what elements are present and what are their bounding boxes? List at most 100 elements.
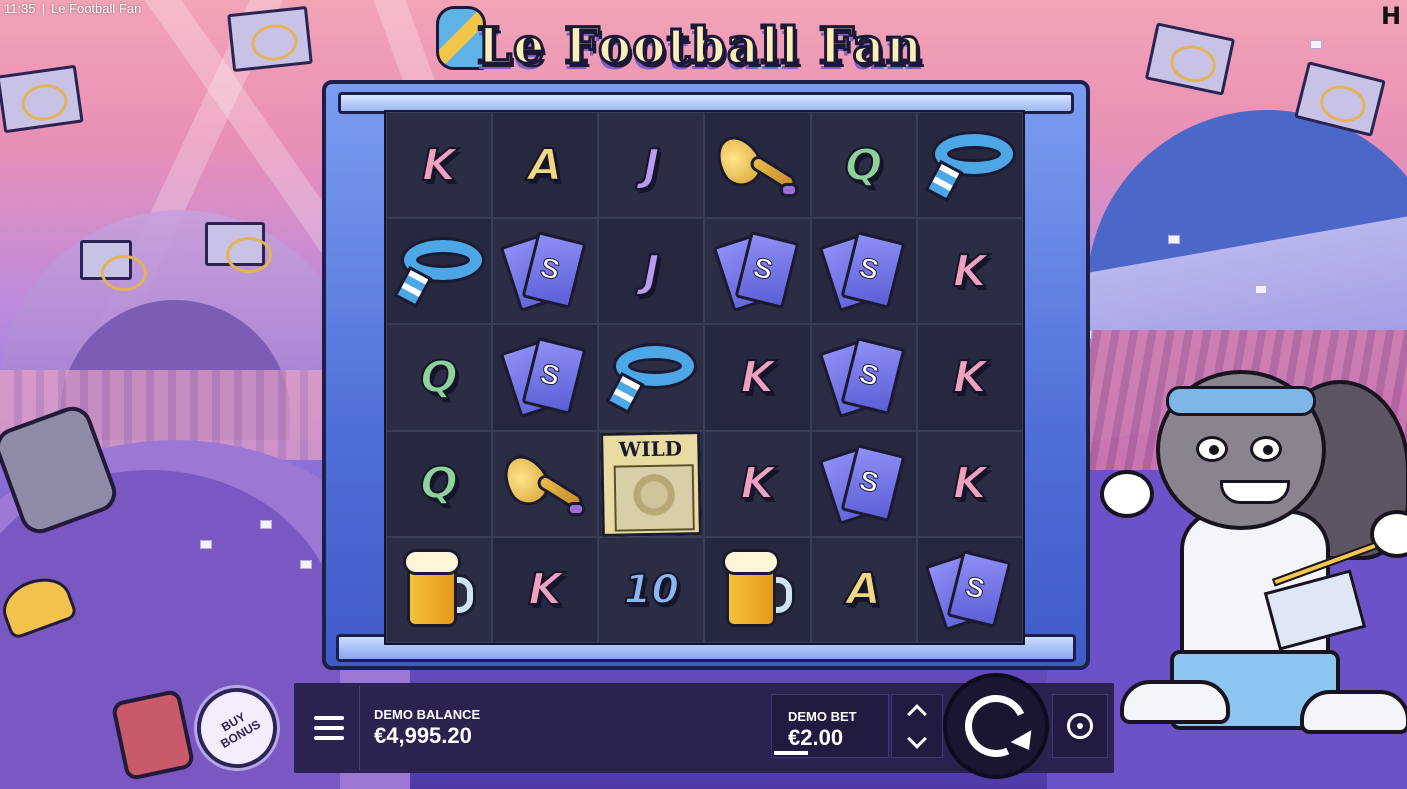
mascot-shoe xyxy=(1300,690,1407,734)
reel-cell: 10 xyxy=(598,536,705,643)
control-divider xyxy=(359,686,360,770)
raccoon-mascot xyxy=(1100,360,1407,789)
bet-adjust xyxy=(891,694,943,758)
reel-cell: S xyxy=(492,324,599,431)
status-separator: | xyxy=(41,1,45,16)
reel-cell: Q xyxy=(386,430,493,537)
symbol-q: Q xyxy=(419,351,458,404)
reel-cell: S xyxy=(810,324,917,431)
confetti xyxy=(260,520,272,529)
reel-cell: K xyxy=(916,324,1023,431)
mascot-mouth xyxy=(1220,480,1290,504)
reel-cell xyxy=(492,430,599,537)
hamburger-icon xyxy=(314,736,344,740)
status-bar: 11:35 | Le Football Fan xyxy=(0,0,141,18)
ticket-icon: S xyxy=(818,337,906,419)
symbol-10: 10 xyxy=(623,566,681,614)
symbol-k: K xyxy=(952,245,988,298)
mascot-shoe xyxy=(1120,680,1230,724)
bet-value: €2.00 xyxy=(788,725,844,750)
confetti xyxy=(1255,285,1267,294)
reel-cell xyxy=(598,324,705,431)
reel-cell: K xyxy=(386,112,493,219)
autoplay-icon xyxy=(1067,713,1093,739)
ticket-icon: S xyxy=(499,337,587,419)
spin-arrow-icon xyxy=(956,686,1036,766)
horn-icon xyxy=(707,128,799,198)
reel-cell: Q xyxy=(386,324,493,431)
reel-cell xyxy=(386,218,493,325)
bunting-flag xyxy=(227,5,313,73)
bunting-flag xyxy=(205,222,272,273)
reel-cell: K xyxy=(916,218,1023,325)
symbol-q: Q xyxy=(419,457,458,510)
confetti xyxy=(1310,40,1322,49)
chevron-down-icon[interactable] xyxy=(907,728,927,749)
hamburger-icon xyxy=(314,716,344,720)
reel-cell: S xyxy=(916,536,1023,643)
symbol-k: K xyxy=(527,563,563,616)
symbol-k: K xyxy=(740,457,776,510)
scarf-icon xyxy=(605,342,696,415)
bet-label: DEMO BET xyxy=(788,709,857,724)
ticket-icon: S xyxy=(924,549,1012,631)
confetti xyxy=(200,540,212,549)
hamburger-icon xyxy=(314,726,344,730)
reel-cell: K xyxy=(704,324,811,431)
menu-button[interactable] xyxy=(300,690,358,766)
reel-cell: S xyxy=(704,218,811,325)
mascot-glove xyxy=(1100,470,1154,518)
reel-cell xyxy=(704,112,811,219)
clock: 11:35 xyxy=(4,1,36,16)
reel-cell: S xyxy=(810,430,917,537)
game-title-logo: Le Football Fan xyxy=(475,15,924,77)
chevron-up-icon[interactable] xyxy=(907,703,927,724)
confetti xyxy=(300,560,312,569)
wild-portrait xyxy=(614,463,696,532)
mascot-eye xyxy=(1250,436,1282,462)
reel-cell xyxy=(386,536,493,643)
bunting-flag xyxy=(1144,22,1236,96)
ticket-icon: S xyxy=(712,231,800,313)
reel-cell: A xyxy=(492,112,599,219)
symbol-j: J xyxy=(642,139,660,192)
reel-grid: K A J Q S J S S K Q S K S K Q WILD K S K K 10 A S xyxy=(384,110,1025,645)
bet-level-indicator xyxy=(774,751,808,755)
reel-cell: J xyxy=(598,218,705,325)
bet-display[interactable]: DEMO BET €2.00 xyxy=(771,694,889,758)
confetti xyxy=(1168,235,1180,244)
bunting-flag xyxy=(80,240,147,291)
balance-value: €4,995.20 xyxy=(374,723,472,748)
symbol-k: K xyxy=(952,457,988,510)
scarf-icon xyxy=(393,236,484,309)
beer-mug-icon xyxy=(399,548,479,631)
reel-cell: WILD xyxy=(598,430,705,537)
wild-symbol: WILD xyxy=(600,430,703,537)
reel-cell: S xyxy=(492,218,599,325)
symbol-k: K xyxy=(740,351,776,404)
horn-icon xyxy=(495,446,586,516)
symbol-a: A xyxy=(527,139,563,192)
reel-cell: S xyxy=(810,218,917,325)
reel-cell: A xyxy=(810,536,917,643)
reel-cell: Q xyxy=(810,112,917,219)
symbol-j: J xyxy=(642,245,660,298)
reel-cell: K xyxy=(704,430,811,537)
symbol-k: K xyxy=(421,139,457,192)
ticket-icon: S xyxy=(818,443,906,525)
symbol-k: K xyxy=(952,351,988,404)
symbol-q: Q xyxy=(844,139,883,192)
scarf-icon xyxy=(924,130,1015,203)
spin-button[interactable] xyxy=(943,673,1049,779)
wild-label: WILD xyxy=(618,436,683,462)
provider-logo: H xyxy=(1381,2,1402,30)
reel-cell xyxy=(704,536,811,643)
reel-cell xyxy=(916,112,1023,219)
reel-cell: K xyxy=(916,430,1023,537)
ticket-icon: S xyxy=(818,231,906,313)
bunting-flag xyxy=(0,64,84,134)
beer-mug-icon xyxy=(718,548,798,631)
status-game-name: Le Football Fan xyxy=(50,1,142,16)
reel-cell: K xyxy=(492,536,599,643)
mascot-headband xyxy=(1166,386,1316,416)
